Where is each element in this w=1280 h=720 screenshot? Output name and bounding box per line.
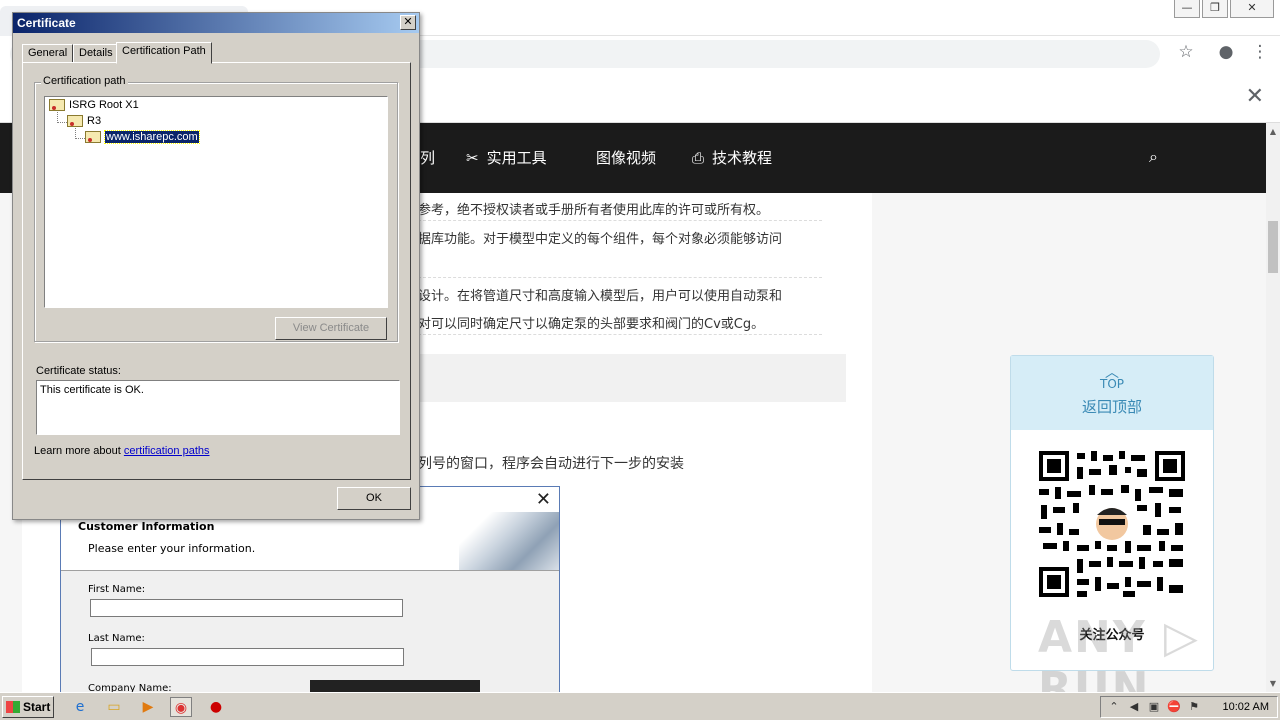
certificate-icon — [85, 131, 101, 143]
back-to-top-label: 返回顶部 — [1081, 398, 1142, 416]
scroll-down-icon[interactable]: ▼ — [1266, 679, 1280, 688]
top-label: TOP — [1099, 377, 1124, 391]
infobar-close-icon[interactable]: ✕ — [1246, 84, 1264, 109]
tree-node-root[interactable]: ISRG Root X1 — [49, 99, 139, 111]
tab-general[interactable]: General — [22, 44, 74, 63]
start-button[interactable]: Start — [2, 696, 54, 718]
certificate-icon — [67, 115, 83, 127]
tree-node-label: R3 — [87, 115, 102, 127]
article-line: 对可以同时确定尺寸以确定泵的头部要求和阀门的Cv或Cg。 — [418, 317, 765, 332]
divider — [418, 277, 822, 278]
star-icon[interactable]: ☆ — [1174, 42, 1198, 62]
site-watermark-logo — [310, 680, 480, 692]
book-icon: ⎙ — [692, 148, 705, 167]
system-tray: ⌃ ◀ ▣ ⛔ ⚑ 10:02 AM — [1100, 696, 1278, 718]
tab-certification-path[interactable]: Certification Path — [116, 42, 212, 64]
volume-icon[interactable]: ◀ — [1127, 700, 1141, 714]
certificate-status-box[interactable]: This certificate is OK. — [36, 380, 400, 435]
window-controls: — ❐ ✕ — [1172, 0, 1274, 18]
chrome-icon[interactable]: ◉ — [170, 697, 192, 717]
nav-label: 实用工具 — [486, 149, 547, 167]
tools-icon: ✂ — [466, 148, 479, 167]
certificate-tree[interactable]: ISRG Root X1 R3 www.isharepc.com — [44, 96, 388, 308]
minimize-button[interactable]: — — [1174, 0, 1200, 18]
network-icon[interactable]: ▣ — [1147, 700, 1161, 714]
nav-item-tutorials[interactable]: ⎙ 技术教程 — [692, 147, 772, 168]
nav-label: 图像视频 — [596, 149, 657, 167]
clock[interactable]: 10:02 AM — [1223, 701, 1269, 713]
install-instruction: 列号的窗口，程序会自动进行下一步的安装 — [418, 456, 684, 472]
action-center-icon[interactable]: ⚑ — [1187, 700, 1201, 714]
tree-node-label: www.isharepc.com — [104, 130, 200, 144]
learn-more-text: Learn more about certification paths — [34, 445, 210, 457]
nav-item-series[interactable]: 列 — [420, 147, 435, 168]
group-label: Certification path — [41, 75, 128, 87]
page-scrollbar[interactable]: ▲ ▼ — [1266, 123, 1280, 692]
divider — [418, 220, 822, 221]
taskbar: Start e ▭ ▶ ◉ ● ⌃ ◀ ▣ ⛔ ⚑ 10:02 AM — [0, 692, 1280, 720]
installer-form: First Name: Last Name: Company Name: — [61, 571, 559, 697]
tree-node-label: ISRG Root X1 — [69, 99, 139, 111]
scrollbar-thumb[interactable] — [1268, 221, 1278, 273]
account-icon[interactable]: ● — [1214, 42, 1238, 62]
first-name-label: First Name: — [88, 584, 146, 595]
view-certificate-button[interactable]: View Certificate — [275, 317, 387, 340]
ok-button[interactable]: OK — [337, 487, 411, 510]
scroll-up-icon[interactable]: ▲ — [1266, 127, 1280, 136]
explorer-icon[interactable]: ▭ — [104, 697, 124, 717]
show-hidden-icon[interactable]: ⌃ — [1107, 700, 1121, 714]
first-name-field — [90, 599, 403, 617]
certificate-icon — [49, 99, 65, 111]
dialog-title-bar[interactable]: Certificate ✕ — [13, 13, 419, 33]
installer-graphic — [459, 512, 559, 570]
article-line: 参考，绝不授权读者或手册所有者使用此库的许可或所有权。 — [418, 203, 770, 218]
certification-path-panel: Certification path ISRG Root X1 R3 www.i… — [22, 62, 411, 480]
search-icon[interactable]: ⌕ — [1149, 147, 1158, 167]
menu-icon[interactable]: ⋮ — [1248, 42, 1272, 62]
back-to-top-button[interactable]: ︿ TOP 返回顶部 — [1011, 356, 1213, 430]
qr-code — [1037, 449, 1187, 599]
avira-icon[interactable]: ● — [206, 697, 226, 717]
nav-label: 列 — [420, 149, 436, 167]
installer-subtitle: Please enter your information. — [88, 542, 256, 555]
divider — [418, 334, 822, 335]
tree-node-leaf[interactable]: www.isharepc.com — [85, 130, 200, 144]
installer-title: Customer Information — [78, 520, 215, 533]
tree-connector — [75, 125, 85, 139]
nav-item-media[interactable]: 图像视频 — [596, 147, 656, 168]
tab-details[interactable]: Details — [73, 44, 119, 63]
article-line: 设计。在将管道尺寸和高度输入模型后，用户可以使用自动泵和 — [418, 289, 783, 304]
section-heading-band — [398, 354, 846, 402]
nav-item-tools[interactable]: ✂ 实用工具 — [466, 147, 547, 168]
article-line: 据库功能。对于模型中定义的每个组件，每个对象必须能够访问 — [418, 232, 783, 247]
tree-connector — [57, 109, 67, 123]
last-name-field — [91, 648, 404, 666]
security-alert-icon[interactable]: ⛔ — [1167, 700, 1181, 714]
media-player-icon[interactable]: ▶ — [138, 697, 158, 717]
last-name-label: Last Name: — [88, 633, 145, 644]
certification-path-group: Certification path ISRG Root X1 R3 www.i… — [34, 75, 398, 342]
close-icon[interactable]: ✕ — [400, 15, 416, 30]
installer-close-icon: ✕ — [535, 489, 551, 510]
ie-icon[interactable]: e — [70, 697, 90, 717]
restore-button[interactable]: ❐ — [1202, 0, 1228, 18]
status-label: Certificate status: — [36, 365, 121, 377]
nav-label: 技术教程 — [712, 149, 773, 167]
start-label: Start — [23, 700, 51, 714]
tree-node-intermediate[interactable]: R3 — [67, 115, 101, 127]
windows-logo-icon — [6, 701, 20, 713]
learn-more-prefix: Learn more about — [34, 445, 124, 457]
dialog-title: Certificate — [17, 16, 76, 30]
certificate-dialog: Certificate ✕ General Details Certificat… — [12, 12, 420, 520]
certification-paths-link[interactable]: certification paths — [124, 445, 210, 457]
close-window-button[interactable]: ✕ — [1230, 0, 1274, 18]
